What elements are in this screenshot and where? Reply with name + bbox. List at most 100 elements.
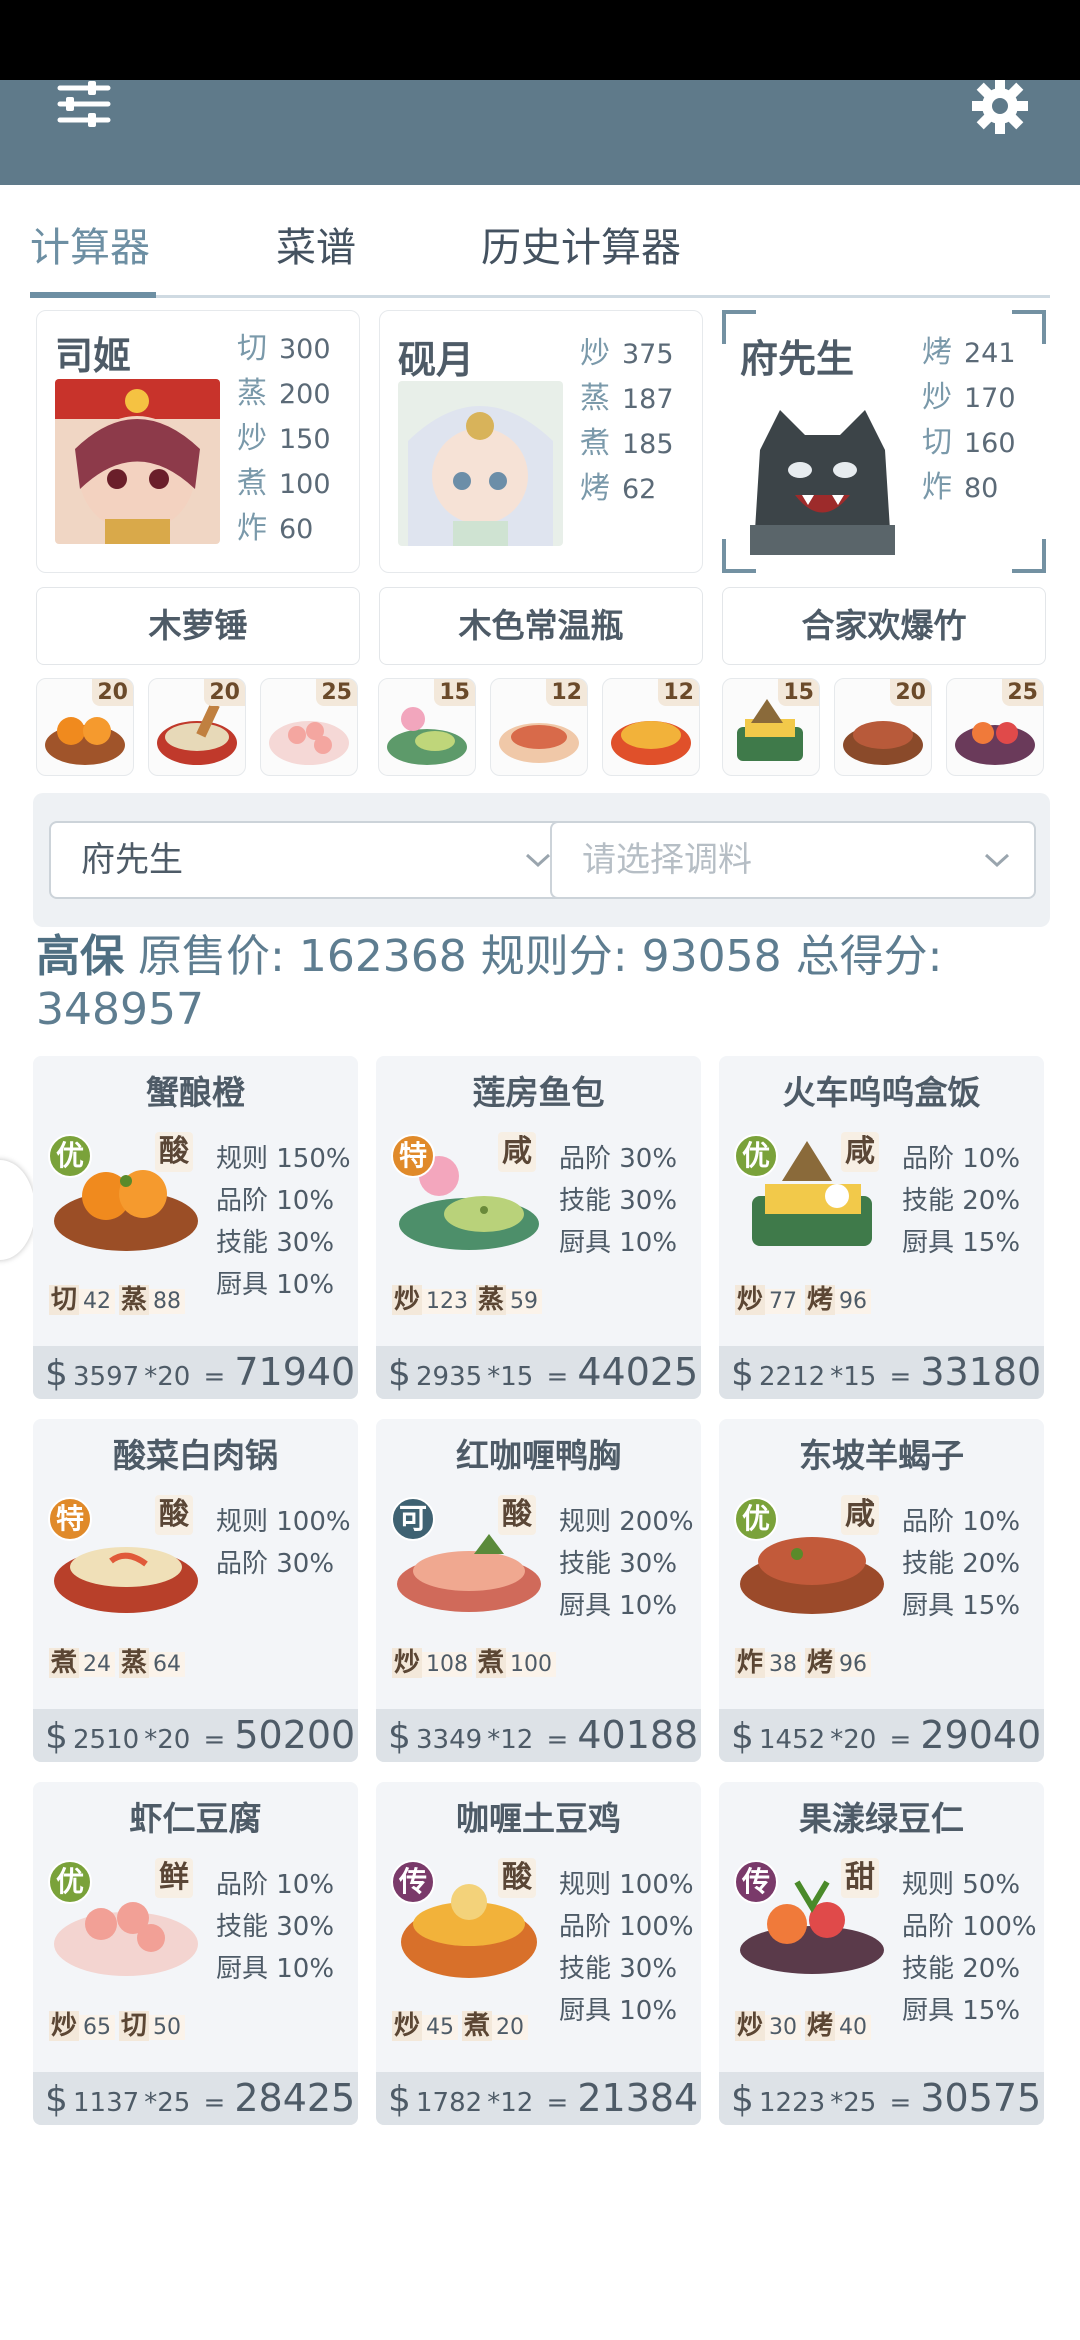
floating-assistant-avatar[interactable] <box>0 1160 35 1260</box>
skill-key: 炒 <box>392 1285 423 1315</box>
bonus-line: 技能 20% <box>902 1954 1021 1984</box>
skill-value: 42 <box>79 1289 116 1314</box>
chef-dropdown[interactable]: 府先生 <box>49 821 577 899</box>
flavor-tag: 咸 <box>841 1132 879 1172</box>
dish-slot-1[interactable]: 20 <box>36 678 134 776</box>
bonus-line: 品阶 30% <box>216 1549 335 1579</box>
chef-name: 府先生 <box>740 337 855 381</box>
recipe-title: 果漾绿豆仁 <box>799 1799 964 1838</box>
chef-card-fuxiansheng-selected[interactable]: 府先生 烤 241 炒 170 切 160 炸 80 <box>722 310 1046 573</box>
flavor-tag: 酸 <box>498 1495 536 1535</box>
recipe-card[interactable]: 火车呜呜盒饭 优 咸 品阶 10% 技能 20% 厨具 15% 炒 77 烤 96 $ 2… <box>719 1056 1044 1399</box>
recipe-card[interactable]: 莲房鱼包 特 咸 品阶 30% 技能 30% 厨具 10% 炒 123 蒸 59 $ 29… <box>376 1056 701 1399</box>
skill-requirements: 炒 30 烤 40 <box>735 2008 875 2046</box>
dollar-icon: $ <box>388 2079 411 2120</box>
bonus-line: 品阶 100% <box>902 1912 1037 1942</box>
chef-card-siji[interactable]: 司姬 切 300 蒸 200 炒 150 煮 100 炸 60 <box>36 310 360 573</box>
tool-slot-2[interactable]: 木色常温瓶 <box>379 587 703 665</box>
flavor-tag: 酸 <box>155 1132 193 1172</box>
skill-requirements: 炒 123 蒸 59 <box>392 1282 546 1320</box>
skill-key: 炒 <box>392 1648 423 1678</box>
tab-bar: 计算器 菜谱 历史计算器 <box>0 185 1080 300</box>
tab-history[interactable]: 历史计算器 <box>481 215 681 273</box>
skill-key: 煮 <box>476 1648 507 1678</box>
chef-avatar <box>55 379 220 544</box>
skill-value: 45 <box>422 2015 459 2040</box>
bonus-line: 厨具 10% <box>559 1591 678 1621</box>
recipe-card[interactable]: 红咖喱鸭胸 可 酸 规则 200% 技能 30% 厨具 10% 炒 108 煮 100 $… <box>376 1419 701 1762</box>
skill-requirements: 炒 77 烤 96 <box>735 1282 875 1320</box>
tool-slot-3[interactable]: 合家欢爆竹 <box>722 587 1046 665</box>
recipe-card[interactable]: 蟹酿橙 优 酸 规则 150% 品阶 10% 技能 30% 厨具 10% 切 42 蒸 88… <box>33 1056 358 1399</box>
bonus-list: 规则 50% 品阶 100% 技能 20% 厨具 15% <box>902 1864 1037 2032</box>
grade-badge: 可 <box>391 1497 435 1541</box>
bonus-line: 品阶 10% <box>902 1144 1021 1174</box>
chef-avatar <box>740 390 905 555</box>
quantity: *25 <box>144 2088 191 2118</box>
recipe-card[interactable]: 酸菜白肉锅 特 酸 规则 100% 品阶 30% 煮 24 蒸 64 $ 2510 *2… <box>33 1419 358 1762</box>
recipe-card[interactable]: 咖喱土豆鸡 传 酸 规则 100% 品阶 100% 技能 30% 厨具 10% 炒 45… <box>376 1782 701 2125</box>
skill-value: 38 <box>765 1652 802 1677</box>
selection-corner <box>1012 539 1046 573</box>
dish-slot-7[interactable]: 15 <box>722 678 820 776</box>
chef-card-yanyue[interactable]: 砚月 炒 375 蒸 187 煮 185 烤 62 <box>379 310 703 573</box>
bonus-line: 厨具 10% <box>216 1270 335 1300</box>
grade-label: 高保 <box>36 931 124 982</box>
skill-key: 烤 <box>805 1285 836 1315</box>
dish-slot-6[interactable]: 12 <box>602 678 700 776</box>
tab-recipes[interactable]: 菜谱 <box>276 215 356 273</box>
quantity: *20 <box>144 1725 191 1755</box>
bonus-line: 技能 30% <box>559 1549 678 1579</box>
dish-slot-5[interactable]: 12 <box>490 678 588 776</box>
unit-price: 2212 <box>759 1362 826 1392</box>
recipe-card[interactable]: 东坡羊蝎子 优 咸 品阶 10% 技能 20% 厨具 15% 炸 38 烤 96 $ 14… <box>719 1419 1044 1762</box>
bonus-line: 技能 20% <box>902 1549 1021 1579</box>
grade-badge: 特 <box>48 1497 92 1541</box>
unit-price: 1452 <box>759 1725 826 1755</box>
bonus-line: 品阶 30% <box>559 1144 678 1174</box>
bonus-line: 技能 30% <box>216 1228 335 1258</box>
price-bar: $ 1137 *25 = 28425 <box>33 2072 358 2125</box>
recipe-total: 21384 <box>577 2076 699 2120</box>
recipe-total: 50200 <box>234 1713 356 1757</box>
bonus-line: 技能 20% <box>902 1186 1021 1216</box>
bonus-line: 品阶 100% <box>559 1912 694 1942</box>
skill-key: 炒 <box>735 2011 766 2041</box>
skill-key: 烤 <box>805 1648 836 1678</box>
grade-badge: 优 <box>48 1860 92 1904</box>
seasoning-dropdown[interactable]: 请选择调料 <box>550 821 1036 899</box>
quantity: *20 <box>144 1362 191 1392</box>
flavor-tag: 酸 <box>498 1858 536 1898</box>
tool-slot-1[interactable]: 木萝锤 <box>36 587 360 665</box>
dish-slot-2[interactable]: 20 <box>148 678 246 776</box>
dish-slot-4[interactable]: 15 <box>378 678 476 776</box>
dollar-icon: $ <box>45 2079 68 2120</box>
skill-value: 100 <box>506 1652 557 1677</box>
chef-stats: 炒 375 蒸 187 煮 185 烤 62 <box>580 336 674 506</box>
dollar-icon: $ <box>388 1716 411 1757</box>
recipe-total: 71940 <box>234 1350 356 1394</box>
price-bar: $ 2212 *15 = 33180 <box>719 1346 1044 1399</box>
tab-divider <box>30 295 1050 298</box>
bonus-line: 品阶 10% <box>216 1186 335 1216</box>
recipe-total: 29040 <box>920 1713 1042 1757</box>
skill-key: 炒 <box>392 2011 423 2041</box>
quantity: *12 <box>487 2088 534 2118</box>
dish-slot-8[interactable]: 20 <box>834 678 932 776</box>
bonus-list: 规则 150% 品阶 10% 技能 30% 厨具 10% <box>216 1138 351 1306</box>
gear-icon[interactable] <box>960 78 1040 136</box>
skill-value: 20 <box>492 2015 529 2040</box>
recipe-title: 蟹酿橙 <box>146 1073 245 1112</box>
sliders-icon[interactable] <box>44 80 124 130</box>
recipe-card[interactable]: 虾仁豆腐 优 鲜 品阶 10% 技能 30% 厨具 10% 炒 65 切 50 $ 113… <box>33 1782 358 2125</box>
bonus-list: 规则 100% 品阶 100% 技能 30% 厨具 10% <box>559 1864 694 2032</box>
skill-key: 蒸 <box>119 1285 150 1315</box>
skill-key: 切 <box>49 1285 80 1315</box>
dish-slot-3[interactable]: 25 <box>260 678 358 776</box>
tab-calculator[interactable]: 计算器 <box>30 215 150 273</box>
dish-slot-9[interactable]: 25 <box>946 678 1044 776</box>
recipe-card[interactable]: 果漾绿豆仁 传 甜 规则 50% 品阶 100% 技能 20% 厨具 15% 炒 30 烤… <box>719 1782 1044 2125</box>
recipe-title: 虾仁豆腐 <box>129 1799 262 1838</box>
bonus-line: 规则 50% <box>902 1870 1021 1900</box>
chevron-down-icon <box>525 853 551 868</box>
